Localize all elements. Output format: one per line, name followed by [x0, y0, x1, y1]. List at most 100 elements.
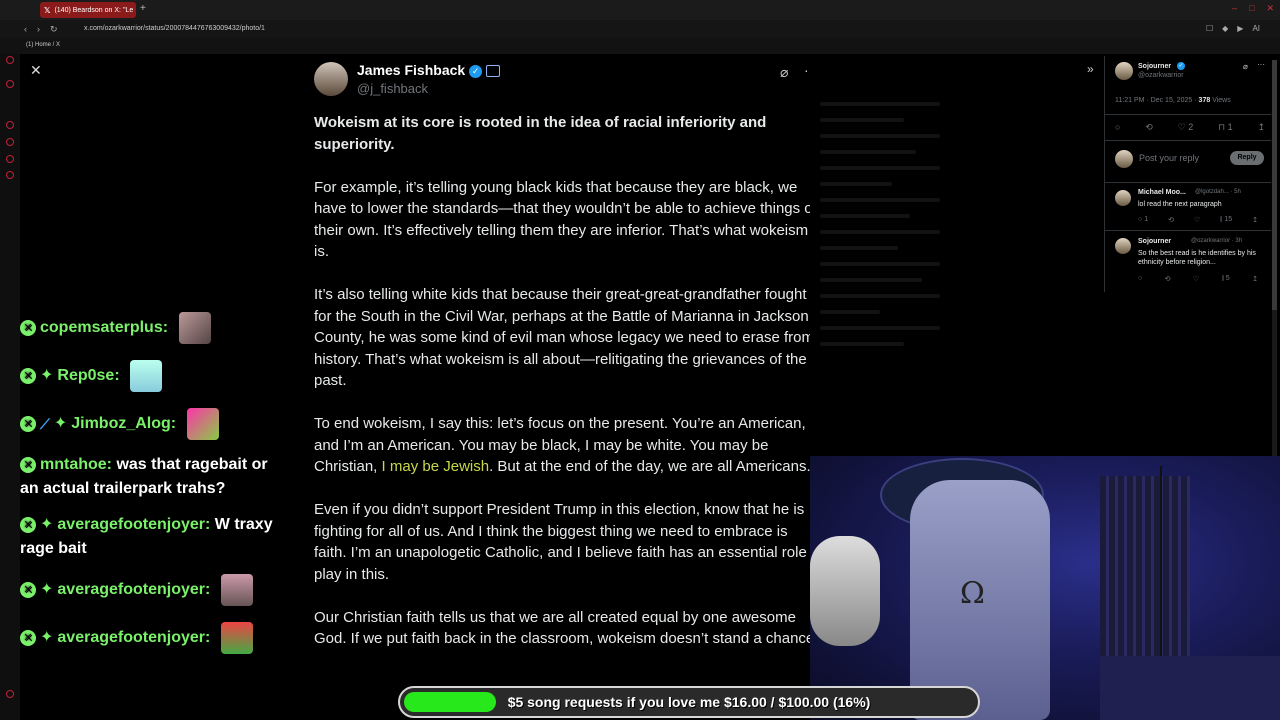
- badge-icon: ✕: [20, 517, 36, 533]
- verified-icon: ✓: [1177, 62, 1186, 70]
- reply-input[interactable]: Post your reply: [1139, 153, 1199, 163]
- badge-icon: ✕: [20, 320, 36, 336]
- like-icon[interactable]: ♡: [1194, 216, 1200, 224]
- views-button[interactable]: ⫾ 15: [1220, 216, 1232, 224]
- retweet-icon[interactable]: ⟲: [1145, 122, 1153, 133]
- browser-sidebar: [0, 0, 20, 720]
- comment-text: lol read the next paragraph: [1138, 201, 1222, 208]
- sidebar-icon[interactable]: [6, 690, 14, 698]
- tweet-paragraph: It’s also telling white kids that becaus…: [314, 286, 810, 389]
- views-button[interactable]: ⫾ 5: [1222, 275, 1230, 283]
- comment-author[interactable]: Sojourner: [1138, 238, 1171, 245]
- expand-panel-icon[interactable]: »: [1087, 62, 1094, 76]
- bookmark-icon[interactable]: ☐: [1206, 24, 1213, 33]
- highlighted-text: I may be Jewish: [381, 458, 490, 475]
- id-card-icon: [486, 65, 501, 78]
- back-icon[interactable]: ‹: [24, 24, 27, 35]
- reply-count: 1: [1144, 216, 1149, 223]
- like-icon[interactable]: ♡: [1193, 275, 1199, 283]
- views-count: 15: [1224, 216, 1233, 223]
- comment-actions: ○ 1 ⟲ ♡ ⫾ 15 ↥: [1138, 216, 1258, 224]
- badge-icon: ✕: [20, 582, 36, 598]
- author-name-text: Sojourner: [1138, 62, 1172, 70]
- timestamp-text: 11:21 PM · Dec 15, 2025 ·: [1115, 97, 1197, 104]
- share-icon[interactable]: ↥: [1252, 275, 1258, 283]
- bookmark-count: 1: [1227, 122, 1233, 132]
- chat-message: ✕ ✦ averagefootenjoyer:: [20, 574, 280, 606]
- avatar[interactable]: [1115, 190, 1131, 206]
- play-icon[interactable]: ▶: [1237, 24, 1243, 33]
- emote-image: [220, 622, 253, 654]
- ai-button[interactable]: AI: [1252, 24, 1260, 33]
- grok-icon[interactable]: ⌀: [780, 64, 788, 81]
- author-handle[interactable]: @ozarkwarrior: [1138, 72, 1184, 79]
- sidebar-icon[interactable]: [6, 138, 14, 146]
- chat-username: averagefootenjoyer:: [57, 581, 211, 599]
- tweet-paragraph: Our Christian faith tells us that we are…: [314, 608, 810, 648]
- chat-message: ✕ ✦ averagefootenjoyer:: [20, 622, 280, 654]
- address-bar: ‹ › ↻ x.com/ozarkwarrior/status/20007844…: [0, 20, 1280, 38]
- browser-tab[interactable]: 𝕏 (140) Beardson on X: "Le: [40, 2, 136, 18]
- extension-icon[interactable]: ◆: [1222, 24, 1228, 33]
- share-icon[interactable]: ↥: [1252, 216, 1258, 224]
- more-options-icon[interactable]: ···: [804, 62, 810, 78]
- maximize-icon[interactable]: □: [1249, 3, 1254, 14]
- bookmark-home[interactable]: (1) Home / X: [26, 42, 60, 48]
- author-name[interactable]: Sojourner ✓: [1138, 62, 1186, 70]
- sidebar-icon[interactable]: [6, 121, 14, 129]
- star-badge-icon: ✦: [53, 415, 68, 432]
- close-window-icon[interactable]: ✕: [1266, 3, 1274, 14]
- chat-username: Jimboz_Alog:: [71, 415, 177, 433]
- chat-message: ✕ copemsaterplus:: [20, 312, 280, 344]
- webcam-feed: Ω: [810, 456, 1280, 720]
- badge-icon: ✕: [20, 368, 36, 384]
- share-icon[interactable]: ↥: [1257, 122, 1265, 133]
- chat-message: ✕ ⟋ ✦ Jimboz_Alog:: [20, 408, 280, 440]
- tweet-paragraph: Wokeism at its core is rooted in the ide…: [314, 114, 767, 153]
- minimize-icon[interactable]: –: [1232, 3, 1237, 14]
- comment-author[interactable]: Michael Moo...: [1138, 189, 1186, 196]
- window-controls: – □ ✕: [1232, 3, 1274, 14]
- emote-image: [130, 360, 163, 392]
- reply-icon[interactable]: ○: [1138, 275, 1142, 283]
- sidebar-icon[interactable]: [6, 155, 14, 163]
- comment-actions: ○ ⟲ ♡ ⫾ 5 ↥: [1138, 275, 1258, 283]
- retweet-icon[interactable]: ⟲: [1165, 275, 1171, 283]
- like-button[interactable]: ♡ 2: [1178, 122, 1194, 133]
- more-options-icon[interactable]: ···: [1257, 60, 1265, 69]
- comment-handle[interactable]: @lgotzdah... · 5h: [1195, 189, 1241, 195]
- badge-icon: ✕: [20, 456, 36, 473]
- bookmark-button[interactable]: ⊓ 1: [1218, 122, 1233, 133]
- sidebar-icon[interactable]: [6, 56, 14, 64]
- retweet-icon[interactable]: ⟲: [1168, 216, 1174, 224]
- close-icon[interactable]: ✕: [30, 62, 42, 79]
- url-field[interactable]: x.com/ozarkwarrior/status/20007844767630…: [84, 25, 265, 32]
- background-timeline: [820, 90, 940, 460]
- extensions: ☐ ◆ ▶ AI: [1206, 24, 1260, 33]
- author-name[interactable]: James Fishback ✓: [357, 62, 501, 78]
- chat-message: ✕ ✦ Rep0se:: [20, 360, 280, 392]
- avatar[interactable]: [314, 62, 348, 96]
- views-count: 378: [1198, 97, 1211, 104]
- reply-button[interactable]: Reply: [1230, 151, 1264, 165]
- forward-icon[interactable]: ›: [37, 24, 40, 35]
- tweet-side-panel: » Sojourner ✓ @ozarkwarrior ⌀ ··· 11:21 …: [1087, 56, 1271, 292]
- star-badge-icon: ✦: [40, 629, 54, 646]
- author-handle[interactable]: @j_fishback: [357, 81, 428, 96]
- new-tab-button[interactable]: +: [140, 3, 146, 14]
- comment-handle[interactable]: @ozarkwarrior · 3h: [1191, 238, 1242, 244]
- scrollbar-thumb[interactable]: [1272, 60, 1277, 310]
- omega-logo-icon: Ω: [960, 576, 985, 611]
- avatar[interactable]: [1115, 238, 1131, 254]
- reply-icon[interactable]: ○ 1: [1138, 216, 1148, 224]
- sidebar-icon[interactable]: [6, 171, 14, 179]
- like-count: 2: [1188, 122, 1194, 132]
- tweet-text: . But at the end of the day, we are all …: [489, 458, 810, 475]
- sidebar-icon[interactable]: [6, 80, 14, 88]
- divider: [1105, 182, 1271, 183]
- grok-icon[interactable]: ⌀: [1243, 62, 1248, 71]
- reload-icon[interactable]: ↻: [50, 24, 58, 35]
- donation-goal-bar: $5 song requests if you love me $16.00 /…: [398, 686, 980, 718]
- reply-icon[interactable]: ○: [1115, 122, 1120, 133]
- avatar[interactable]: [1115, 62, 1133, 80]
